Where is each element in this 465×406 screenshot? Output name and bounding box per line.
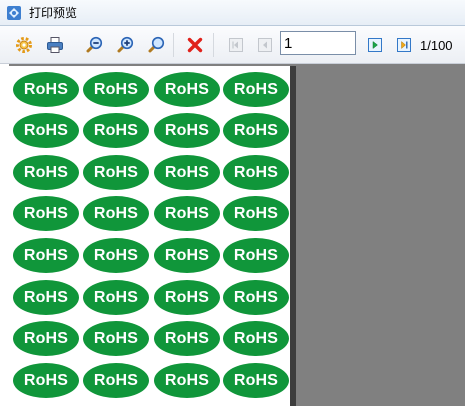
rohs-label-text: RoHS xyxy=(164,246,210,264)
close-button[interactable] xyxy=(185,35,205,55)
rohs-label-text: RoHS xyxy=(164,329,210,347)
rohs-label: RoHS xyxy=(154,363,220,398)
page-number-input[interactable] xyxy=(280,31,356,55)
rohs-label-text: RoHS xyxy=(93,121,139,139)
rohs-label: RoHS xyxy=(223,280,289,315)
rohs-label: RoHS xyxy=(223,196,289,231)
title-bar: 打印预览 xyxy=(0,0,465,26)
rohs-label-text: RoHS xyxy=(164,371,210,389)
rohs-label: RoHS xyxy=(83,155,149,190)
first-page-button[interactable] xyxy=(226,35,246,55)
rohs-label: RoHS xyxy=(83,280,149,315)
print-button[interactable] xyxy=(45,35,65,55)
toolbar-separator xyxy=(173,33,174,57)
printer-icon xyxy=(47,37,63,53)
rohs-label: RoHS xyxy=(83,321,149,356)
rohs-label: RoHS xyxy=(13,72,79,107)
rohs-label-text: RoHS xyxy=(93,80,139,98)
rohs-label-text: RoHS xyxy=(164,204,210,222)
last-page-icon xyxy=(397,38,411,52)
rohs-label-text: RoHS xyxy=(233,121,279,139)
rohs-label: RoHS xyxy=(83,113,149,148)
rohs-label-text: RoHS xyxy=(23,80,69,98)
red-x-icon xyxy=(187,37,203,53)
zoom-in-button[interactable] xyxy=(115,35,135,55)
toolbar-separator xyxy=(213,33,214,57)
rohs-label-text: RoHS xyxy=(93,204,139,222)
gear-icon xyxy=(16,37,32,53)
next-page-icon xyxy=(368,38,382,52)
rohs-label-text: RoHS xyxy=(233,246,279,264)
settings-button[interactable] xyxy=(14,35,34,55)
rohs-label: RoHS xyxy=(13,155,79,190)
rohs-label-text: RoHS xyxy=(164,121,210,139)
rohs-label-text: RoHS xyxy=(23,204,69,222)
window-title: 打印预览 xyxy=(29,6,78,20)
rohs-label: RoHS xyxy=(83,72,149,107)
print-preview-app-icon xyxy=(7,6,21,20)
rohs-label: RoHS xyxy=(223,238,289,273)
rohs-label-text: RoHS xyxy=(93,163,139,181)
rohs-label-text: RoHS xyxy=(164,163,210,181)
last-page-button[interactable] xyxy=(394,35,414,55)
zoom-actual-button[interactable] xyxy=(146,35,166,55)
rohs-label: RoHS xyxy=(154,155,220,190)
rohs-label: RoHS xyxy=(154,321,220,356)
rohs-label-text: RoHS xyxy=(23,329,69,347)
rohs-label: RoHS xyxy=(154,238,220,273)
rohs-label-text: RoHS xyxy=(23,371,69,389)
preview-area[interactable]: RoHS RoHS RoHS RoHS RoHS RoHS RoHS RoHS RoHS RoHS… xyxy=(0,64,465,406)
rohs-label: RoHS xyxy=(154,72,220,107)
zoom-out-button[interactable] xyxy=(84,35,104,55)
magnifier-icon xyxy=(148,36,165,53)
rohs-label: RoHS xyxy=(223,363,289,398)
rohs-label: RoHS xyxy=(13,280,79,315)
rohs-label-text: RoHS xyxy=(164,80,210,98)
rohs-label: RoHS xyxy=(154,280,220,315)
rohs-label: RoHS xyxy=(223,113,289,148)
rohs-label: RoHS xyxy=(223,155,289,190)
rohs-label: RoHS xyxy=(223,72,289,107)
rohs-label: RoHS xyxy=(154,113,220,148)
rohs-label: RoHS xyxy=(13,196,79,231)
rohs-label-text: RoHS xyxy=(233,371,279,389)
page-shadow xyxy=(290,66,296,406)
rohs-label: RoHS xyxy=(13,363,79,398)
rohs-label-text: RoHS xyxy=(233,163,279,181)
rohs-label-text: RoHS xyxy=(233,329,279,347)
rohs-label: RoHS xyxy=(13,238,79,273)
rohs-label: RoHS xyxy=(83,196,149,231)
rohs-label: RoHS xyxy=(83,363,149,398)
rohs-label-text: RoHS xyxy=(93,371,139,389)
rohs-label-text: RoHS xyxy=(23,288,69,306)
rohs-label-text: RoHS xyxy=(233,288,279,306)
preview-page: RoHS RoHS RoHS RoHS RoHS RoHS RoHS RoHS RoHS RoHS… xyxy=(9,66,290,406)
page-margin xyxy=(0,64,9,406)
zoom-out-icon xyxy=(86,36,103,53)
next-page-button[interactable] xyxy=(365,35,385,55)
zoom-in-icon xyxy=(117,36,134,53)
rohs-label-text: RoHS xyxy=(233,204,279,222)
rohs-label-text: RoHS xyxy=(93,329,139,347)
first-page-icon xyxy=(229,38,243,52)
rohs-label: RoHS xyxy=(13,321,79,356)
rohs-label-text: RoHS xyxy=(93,288,139,306)
page-count: 1/100 xyxy=(420,38,453,53)
rohs-label-text: RoHS xyxy=(23,163,69,181)
rohs-label: RoHS xyxy=(13,113,79,148)
rohs-label-text: RoHS xyxy=(23,121,69,139)
rohs-label-text: RoHS xyxy=(23,246,69,264)
rohs-label: RoHS xyxy=(154,196,220,231)
toolbar: 1/100 xyxy=(0,26,465,64)
rohs-label-text: RoHS xyxy=(164,288,210,306)
rohs-label: RoHS xyxy=(83,238,149,273)
rohs-label: RoHS xyxy=(223,321,289,356)
rohs-label-text: RoHS xyxy=(93,246,139,264)
prev-page-button[interactable] xyxy=(255,35,275,55)
prev-page-icon xyxy=(258,38,272,52)
rohs-label-text: RoHS xyxy=(233,80,279,98)
